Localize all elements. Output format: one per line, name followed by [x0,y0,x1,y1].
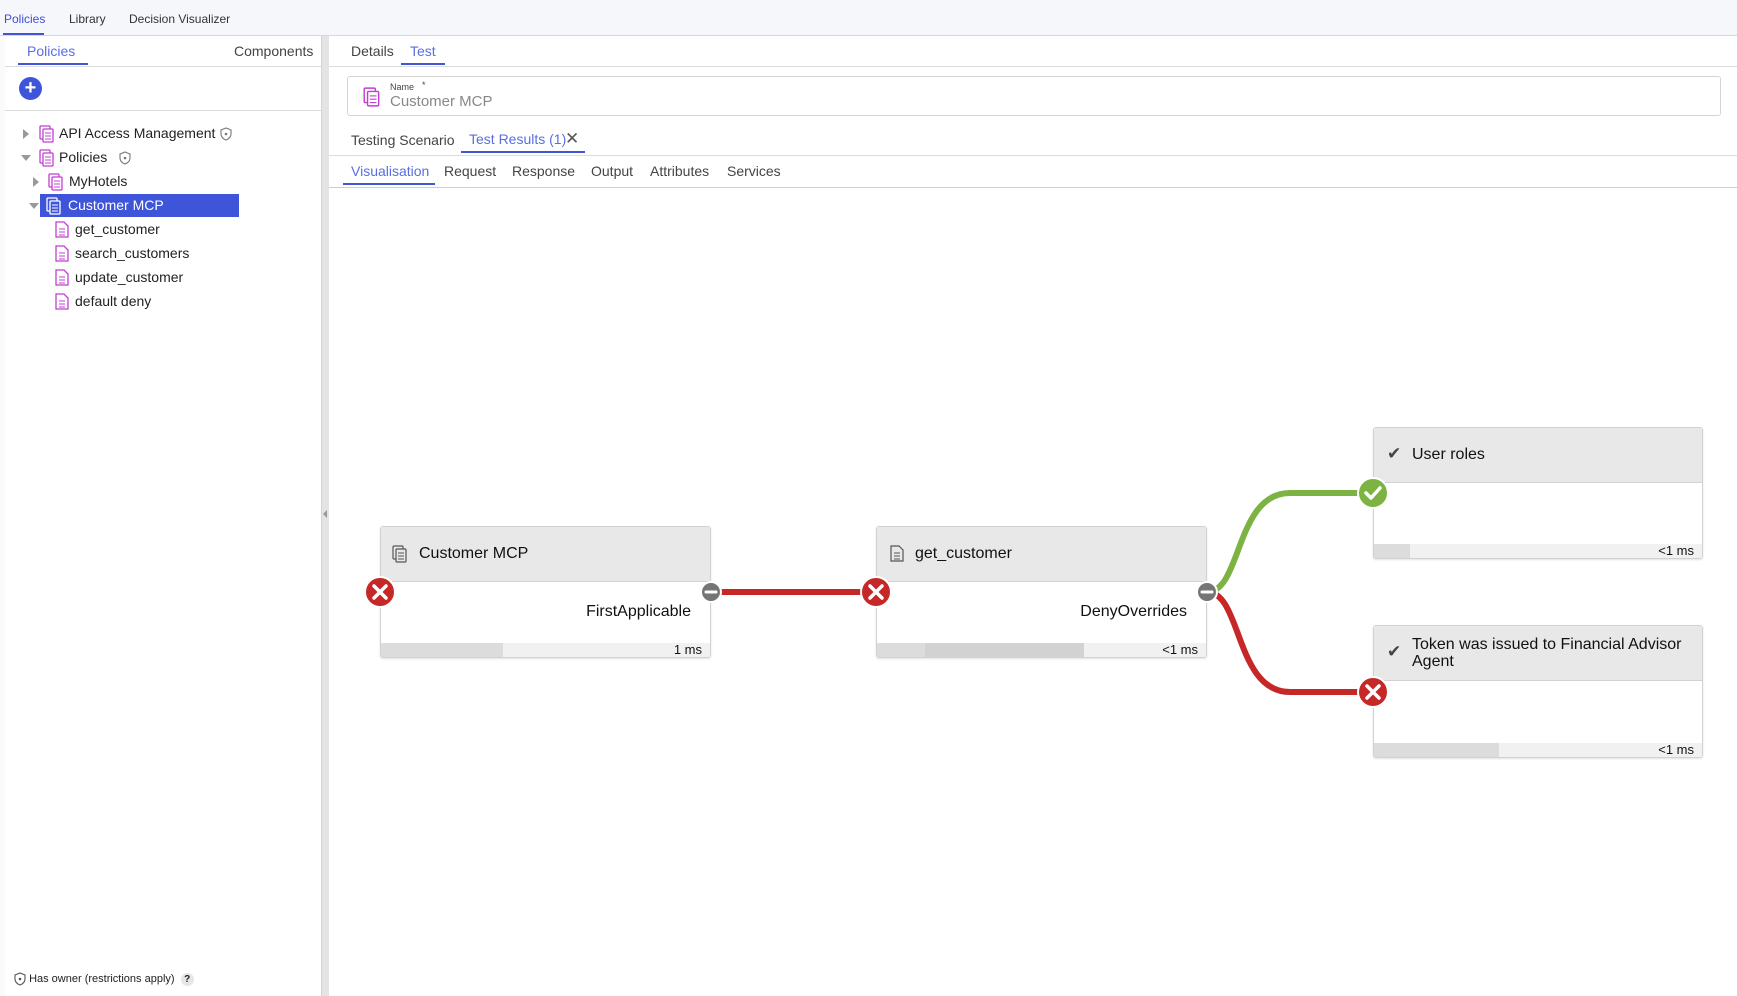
node-header: ✔ User roles [1374,428,1702,483]
permit-status-icon [1357,477,1389,509]
node-time: <1 ms [1658,742,1694,757]
node-title: Token was issued to Financial Advisor Ag… [1412,636,1682,670]
node-token-issued[interactable]: ✔ Token was issued to Financial Advisor … [1373,625,1703,758]
not-applicable-status-icon [700,581,722,603]
connector-deny [1206,589,1373,695]
combining-algorithm: DenyOverrides [1080,603,1187,620]
deny-status-icon [364,576,396,608]
connector-permit [1206,490,1373,595]
timing-bar [1374,544,1702,558]
node-header: get_customer [877,527,1206,582]
timing-bar [381,643,710,657]
policy-icon [890,545,904,562]
node-header: Customer MCP [381,527,710,582]
deny-status-icon [1357,676,1389,708]
node-customer-mcp[interactable]: Customer MCP FirstApplicable 1 ms [380,526,711,658]
node-title: User roles [1412,446,1485,463]
node-header: ✔ Token was issued to Financial Advisor … [1374,626,1702,681]
node-get-customer[interactable]: get_customer DenyOverrides <1 ms [876,526,1207,658]
node-time: <1 ms [1162,642,1198,657]
timing-bar-fill [1374,743,1499,757]
not-applicable-status-icon [1196,581,1218,603]
policy-set-icon [392,545,407,563]
deny-status-icon [860,576,892,608]
node-title: get_customer [915,545,1012,562]
timing-bar-fill [381,643,503,657]
combining-algorithm: FirstApplicable [586,603,691,620]
timing-bar [1374,743,1702,757]
timing-bar-fill [1374,544,1411,558]
timing-bar [877,643,1206,657]
node-time: <1 ms [1658,543,1694,558]
check-icon: ✔ [1387,642,1402,661]
check-icon: ✔ [1387,444,1402,463]
node-user-roles[interactable]: ✔ User roles <1 ms [1373,427,1703,559]
node-title: Customer MCP [419,545,529,562]
timing-bar-segment [877,643,925,657]
node-time: 1 ms [673,642,702,657]
